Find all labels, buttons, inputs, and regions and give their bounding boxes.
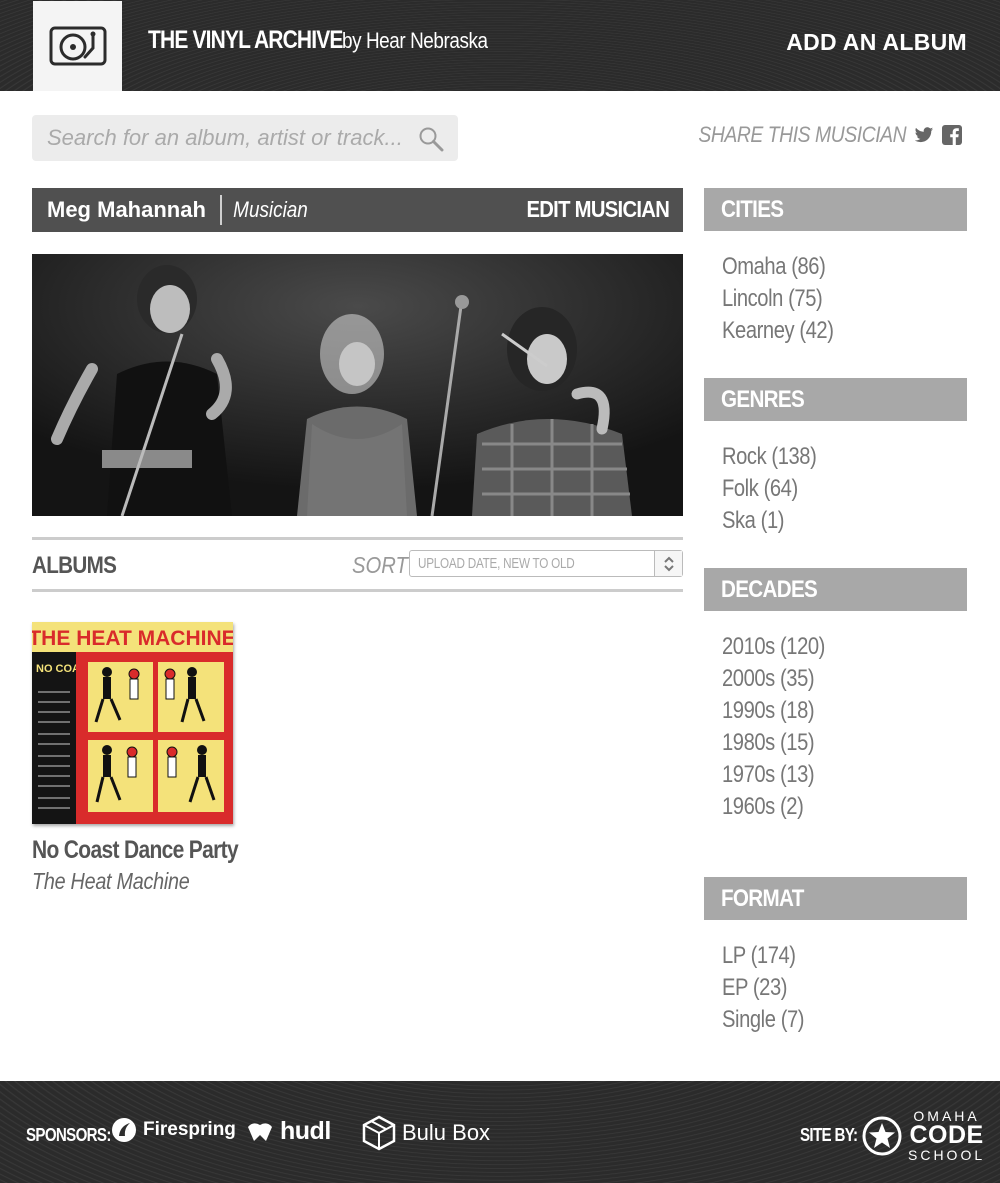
site-by-label: SITE BY:: [800, 1125, 858, 1145]
facet-heading: FORMAT: [704, 877, 967, 920]
sponsors-label: SPONSORS:: [26, 1125, 111, 1145]
share-label: SHARE THIS MUSICIAN: [698, 122, 906, 147]
sort-dropdown[interactable]: UPLOAD DATE, NEW TO OLD: [409, 550, 683, 577]
firespring-logo-icon: [112, 1118, 136, 1142]
hudl-logo-icon: [248, 1122, 272, 1141]
facet-item[interactable]: 1990s (18): [722, 695, 967, 727]
sponsor-hudl[interactable]: hudl: [246, 1117, 331, 1146]
search-icon[interactable]: [418, 126, 444, 152]
facet-format: FORMAT LP (174) EP (23) Single (7): [704, 877, 967, 1036]
facet-heading: GENRES: [704, 378, 967, 421]
band-performance-image: [32, 254, 683, 516]
album-title[interactable]: No Coast Dance Party: [32, 836, 239, 865]
twitter-icon[interactable]: [914, 126, 934, 144]
facet-genres: GENRES Rock (138) Folk (64) Ska (1): [704, 378, 967, 537]
star-badge-icon: [862, 1116, 902, 1155]
facet-item[interactable]: Ska (1): [722, 505, 967, 537]
cover-band-text: THE HEAT MACHINE: [32, 627, 233, 650]
facet-cities: CITIES Omaha (86) Lincoln (75) Kearney (…: [704, 188, 967, 347]
album-cover[interactable]: THE HEAT MACHINE NO COAST DANCE PARTY: [32, 622, 233, 824]
bulu-box-logo-icon: [362, 1115, 396, 1151]
musician-header: Meg Mahannah Musician EDIT MUSICIAN: [32, 188, 683, 232]
top-header: THE VINYL ARCHIVE by Hear Nebraska ADD A…: [0, 0, 1000, 91]
share-musician: SHARE THIS MUSICIAN: [670, 122, 962, 148]
facet-item[interactable]: EP (23): [722, 972, 967, 1004]
album-artist[interactable]: The Heat Machine: [32, 868, 213, 895]
search-box: [32, 115, 458, 161]
sponsor-bulu-box[interactable]: Bulu Box: [362, 1115, 490, 1151]
facet-item[interactable]: 1970s (13): [722, 759, 967, 791]
site-subtitle: by Hear Nebraska: [342, 28, 488, 53]
facet-item[interactable]: 2010s (120): [722, 631, 967, 663]
albums-title: ALBUMS: [32, 552, 117, 579]
facet-item[interactable]: Folk (64): [722, 473, 967, 505]
facet-item[interactable]: Rock (138): [722, 441, 967, 473]
musician-role: Musician: [233, 197, 308, 222]
album-cover-art: THE HEAT MACHINE NO COAST DANCE PARTY: [32, 622, 233, 824]
sponsor-firespring[interactable]: Firespring: [111, 1117, 236, 1143]
facet-item[interactable]: LP (174): [722, 940, 967, 972]
sort-label: SORT: [352, 552, 408, 578]
search-input[interactable]: [32, 115, 402, 161]
facet-item[interactable]: Lincoln (75): [722, 283, 967, 315]
facet-item[interactable]: Omaha (86): [722, 251, 967, 283]
turntable-icon: [49, 26, 106, 66]
footer: SPONSORS: Firespring hudl Bulu Box SITE …: [0, 1081, 1000, 1183]
turntable-logo[interactable]: [33, 1, 122, 91]
facet-heading: DECADES: [704, 568, 967, 611]
facebook-icon[interactable]: [942, 125, 962, 145]
omaha-code-school-link[interactable]: OMAHA CODE SCHOOL: [862, 1109, 985, 1162]
musician-photo: [32, 254, 683, 516]
facet-item[interactable]: Single (7): [722, 1004, 967, 1036]
add-album-link[interactable]: ADD AN ALBUM: [786, 29, 967, 56]
facet-heading: CITIES: [704, 188, 967, 231]
sort-arrows-icon[interactable]: [654, 551, 682, 576]
sort-selected-value: UPLOAD DATE, NEW TO OLD: [418, 555, 575, 572]
site-title[interactable]: THE VINYL ARCHIVE: [148, 26, 343, 55]
facet-item[interactable]: Kearney (42): [722, 315, 967, 347]
omaha-code-school-wordmark: OMAHA CODE SCHOOL: [908, 1108, 986, 1163]
facet-item[interactable]: 2000s (35): [722, 663, 967, 695]
album-card[interactable]: THE HEAT MACHINE NO COAST DANCE PARTY: [32, 622, 242, 895]
edit-musician-link[interactable]: EDIT MUSICIAN: [526, 196, 669, 223]
albums-header: ALBUMS SORT UPLOAD DATE, NEW TO OLD: [32, 537, 683, 592]
facet-item[interactable]: 1980s (15): [722, 727, 967, 759]
musician-name: Meg Mahannah: [32, 195, 222, 225]
facet-decades: DECADES 2010s (120) 2000s (35) 1990s (18…: [704, 568, 967, 823]
facet-item[interactable]: 1960s (2): [722, 791, 967, 823]
